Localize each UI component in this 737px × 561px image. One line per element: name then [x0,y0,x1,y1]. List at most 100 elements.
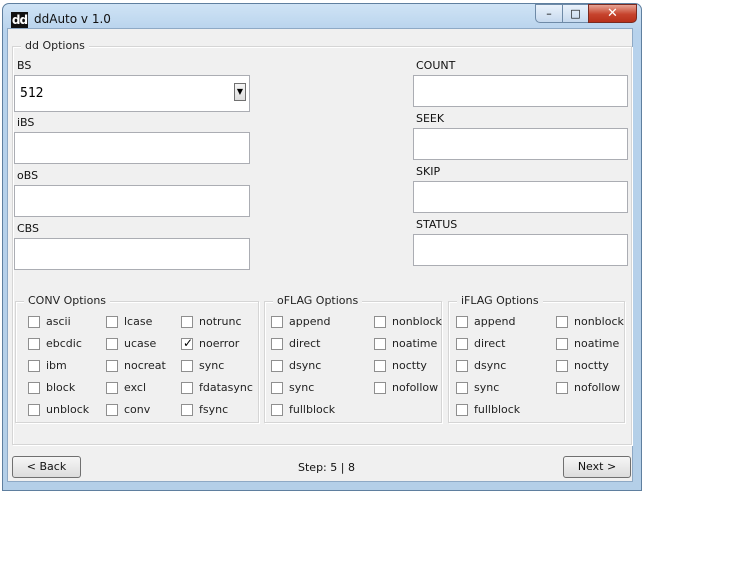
oflag-checkbox-append[interactable] [271,316,283,328]
oflag-option-direct[interactable]: direct [271,337,341,352]
conv-option-notrunc[interactable]: notrunc [181,315,251,330]
conv-label-ucase: ucase [124,337,157,350]
conv-checkbox-nocreat[interactable] [106,360,118,372]
iflag-label-dsync: dsync [474,359,507,372]
count-input[interactable] [413,75,628,107]
iflag-checkbox-dsync[interactable] [456,360,468,372]
iflag-label-nonblock: nonblock [574,315,624,328]
oflag-label-direct: direct [289,337,321,350]
conv-checkbox-block[interactable] [28,382,40,394]
oflag-checkbox-dsync[interactable] [271,360,283,372]
bs-value: 512 [20,86,44,101]
iflag-option-sync[interactable]: sync [456,381,526,396]
conv-checkbox-lcase[interactable] [106,316,118,328]
conv-option-sync[interactable]: sync [181,359,251,374]
oflag-option-sync[interactable]: sync [271,381,341,396]
iflag-option-nofollow[interactable]: nofollow [556,381,626,396]
conv-label-sync: sync [199,359,225,372]
oflag-checkbox-nonblock[interactable] [374,316,386,328]
conv-checkbox-ibm[interactable] [28,360,40,372]
conv-checkbox-sync[interactable] [181,360,193,372]
iflag-checkbox-fullblock[interactable] [456,404,468,416]
conv-checkbox-excl[interactable] [106,382,118,394]
oflag-label-nonblock: nonblock [392,315,442,328]
cbs-input[interactable] [14,238,250,270]
oflag-option-nonblock[interactable]: nonblock [374,315,444,330]
iflag-option-nonblock[interactable]: nonblock [556,315,626,330]
seek-input[interactable] [413,128,628,160]
iflag-option-dsync[interactable]: dsync [456,359,526,374]
conv-checkbox-ascii[interactable] [28,316,40,328]
iflag-option-direct[interactable]: direct [456,337,526,352]
conv-option-excl[interactable]: excl [106,381,176,396]
conv-label-fdatasync: fdatasync [199,381,253,394]
conv-checkbox-fsync[interactable] [181,404,193,416]
conv-option-lcase[interactable]: lcase [106,315,176,330]
count-label: COUNT [416,59,456,72]
iflag-option-noctty[interactable]: noctty [556,359,626,374]
iflag-option-fullblock[interactable]: fullblock [456,403,526,418]
window-title: ddAuto v 1.0 [34,12,111,26]
conv-option-conv[interactable]: conv [106,403,176,418]
iflag-checkbox-sync[interactable] [456,382,468,394]
bs-combobox[interactable]: 512 ▼ [14,75,250,112]
conv-checkbox-ebcdic[interactable] [28,338,40,350]
dd-options-legend: dd Options [21,39,89,52]
oflag-option-nofollow[interactable]: nofollow [374,381,444,396]
oflag-label-append: append [289,315,331,328]
iflag-checkbox-noatime[interactable] [556,338,568,350]
oflag-option-noctty[interactable]: noctty [374,359,444,374]
conv-option-ascii[interactable]: ascii [28,315,98,330]
dropdown-arrow-icon[interactable]: ▼ [234,83,246,101]
oflag-option-append[interactable]: append [271,315,341,330]
conv-checkbox-unblock[interactable] [28,404,40,416]
conv-option-nocreat[interactable]: nocreat [106,359,176,374]
close-button[interactable]: ✕ [588,4,637,23]
ibs-input[interactable] [14,132,250,164]
oflag-checkbox-nofollow[interactable] [374,382,386,394]
minimize-button[interactable]: – [535,4,563,23]
iflag-checkbox-append[interactable] [456,316,468,328]
skip-input[interactable] [413,181,628,213]
next-button[interactable]: Next > [563,456,631,478]
oflag-checkbox-direct[interactable] [271,338,283,350]
iflag-checkbox-nonblock[interactable] [556,316,568,328]
iflag-label-fullblock: fullblock [474,403,521,416]
oflag-option-dsync[interactable]: dsync [271,359,341,374]
maximize-button[interactable]: □ [562,4,589,23]
iflag-checkbox-nofollow[interactable] [556,382,568,394]
iflag-option-noatime[interactable]: noatime [556,337,626,352]
oflag-label-sync: sync [289,381,315,394]
oflag-option-fullblock[interactable]: fullblock [271,403,341,418]
iflag-label-noctty: noctty [574,359,609,372]
iflag-checkbox-direct[interactable] [456,338,468,350]
oflag-checkbox-sync[interactable] [271,382,283,394]
oflag-checkbox-noctty[interactable] [374,360,386,372]
obs-input[interactable] [14,185,250,217]
conv-option-block[interactable]: block [28,381,98,396]
oflag-option-noatime[interactable]: noatime [374,337,444,352]
iflag-label-noatime: noatime [574,337,620,350]
conv-checkbox-noerror[interactable]: ✓ [181,336,193,350]
oflag-checkbox-fullblock[interactable] [271,404,283,416]
iflag-checkbox-noctty[interactable] [556,360,568,372]
conv-option-ebcdic[interactable]: ebcdic [28,337,98,352]
conv-option-fdatasync[interactable]: fdatasync [181,381,253,396]
conv-label-notrunc: notrunc [199,315,242,328]
conv-option-ucase[interactable]: ucase [106,337,176,352]
step-indicator: Step: 5 | 8 [298,461,355,474]
conv-option-ibm[interactable]: ibm [28,359,98,374]
conv-option-unblock[interactable]: unblock [28,403,98,418]
conv-checkbox-conv[interactable] [106,404,118,416]
conv-checkbox-notrunc[interactable] [181,316,193,328]
oflag-checkbox-noatime[interactable] [374,338,386,350]
iflag-label-direct: direct [474,337,506,350]
back-button[interactable]: < Back [12,456,81,478]
iflag-option-append[interactable]: append [456,315,526,330]
conv-checkbox-ucase[interactable] [106,338,118,350]
conv-checkbox-fdatasync[interactable] [181,382,193,394]
status-label: STATUS [416,218,458,231]
conv-option-fsync[interactable]: fsync [181,403,251,418]
conv-option-noerror[interactable]: ✓ noerror [181,336,251,352]
status-input[interactable] [413,234,628,266]
